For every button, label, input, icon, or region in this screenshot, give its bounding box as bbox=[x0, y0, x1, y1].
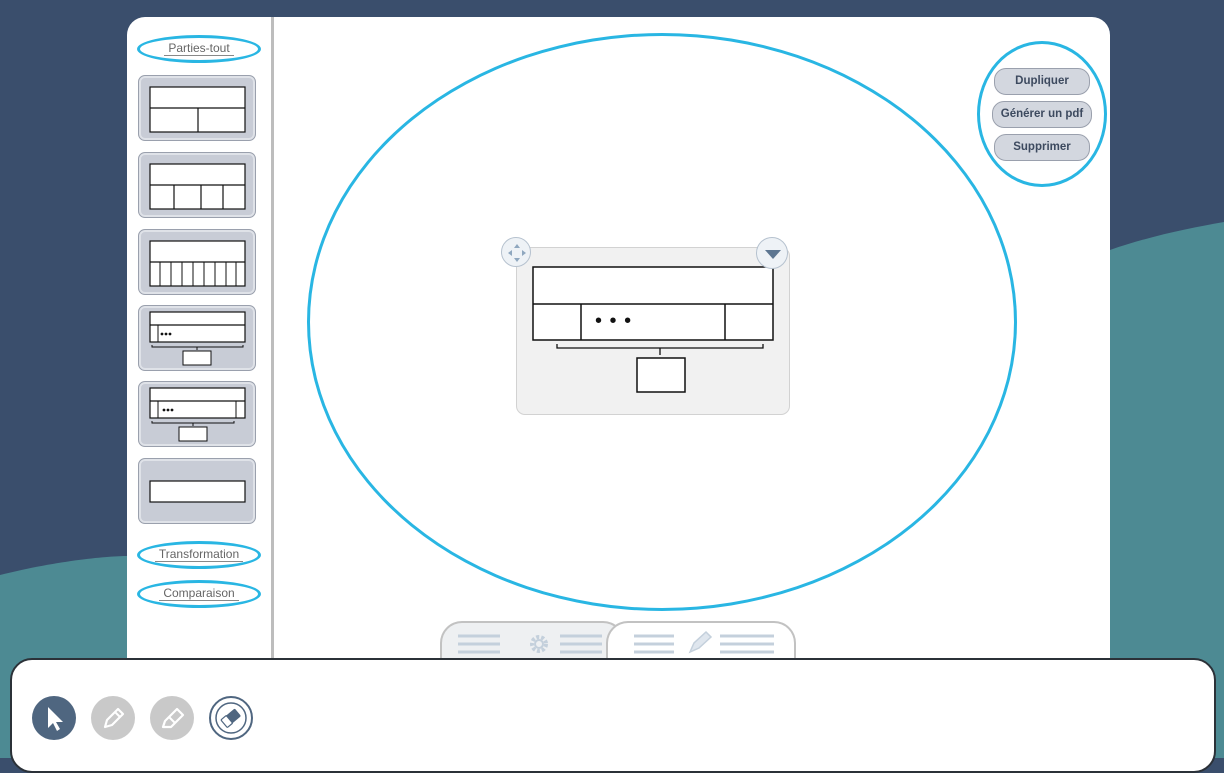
section-comparaison[interactable]: Comparaison bbox=[137, 580, 261, 608]
pencil-icon bbox=[103, 707, 125, 729]
unknown-parts-total-icon bbox=[149, 311, 246, 366]
eraser-tool-button[interactable] bbox=[209, 696, 253, 740]
bottom-toolbar bbox=[10, 658, 1216, 773]
template-many-parts[interactable] bbox=[138, 229, 256, 295]
section-transformation-label: Transformation bbox=[154, 547, 244, 562]
section-parties-tout[interactable]: Parties-tout bbox=[137, 35, 261, 63]
diagram-menu-button[interactable] bbox=[756, 237, 788, 269]
pencil-tool-button[interactable] bbox=[91, 696, 135, 740]
select-tool-button[interactable] bbox=[32, 696, 76, 740]
many-parts-bar-icon bbox=[149, 240, 246, 287]
duplicate-button[interactable]: Dupliquer bbox=[994, 68, 1090, 95]
template-unknown-parts-with-total[interactable] bbox=[138, 305, 256, 371]
marker-tool-button[interactable] bbox=[150, 696, 194, 740]
single-bar-icon bbox=[149, 480, 246, 503]
bar-model-diagram[interactable]: • • • bbox=[516, 247, 790, 415]
section-parties-tout-label: Parties-tout bbox=[164, 41, 234, 56]
template-unknown-parts-with-total-variant[interactable] bbox=[138, 381, 256, 447]
section-transformation[interactable]: Transformation bbox=[137, 541, 261, 569]
section-comparaison-label: Comparaison bbox=[159, 586, 239, 601]
chevron-down-icon bbox=[765, 250, 781, 259]
move-handle[interactable] bbox=[501, 237, 531, 267]
unknown-parts-total-variant-icon bbox=[149, 387, 246, 442]
template-four-parts[interactable] bbox=[138, 152, 256, 218]
template-sidebar: Parties-tout Transformation Comparaison bbox=[127, 17, 274, 717]
four-parts-bar-icon bbox=[149, 163, 246, 210]
template-single-bar[interactable] bbox=[138, 458, 256, 524]
eraser-icon bbox=[215, 702, 247, 734]
template-two-parts[interactable] bbox=[138, 75, 256, 141]
unknown-parts-placeholder: • • • bbox=[595, 310, 633, 332]
delete-button[interactable]: Supprimer bbox=[994, 134, 1090, 161]
generate-pdf-button[interactable]: Générer un pdf bbox=[992, 101, 1092, 128]
marker-icon bbox=[161, 707, 185, 729]
two-parts-bar-icon bbox=[149, 86, 246, 133]
move-arrows-icon bbox=[508, 244, 526, 262]
whiteboard: Parties-tout Transformation Comparaison … bbox=[127, 17, 1110, 717]
cursor-icon bbox=[48, 707, 63, 731]
